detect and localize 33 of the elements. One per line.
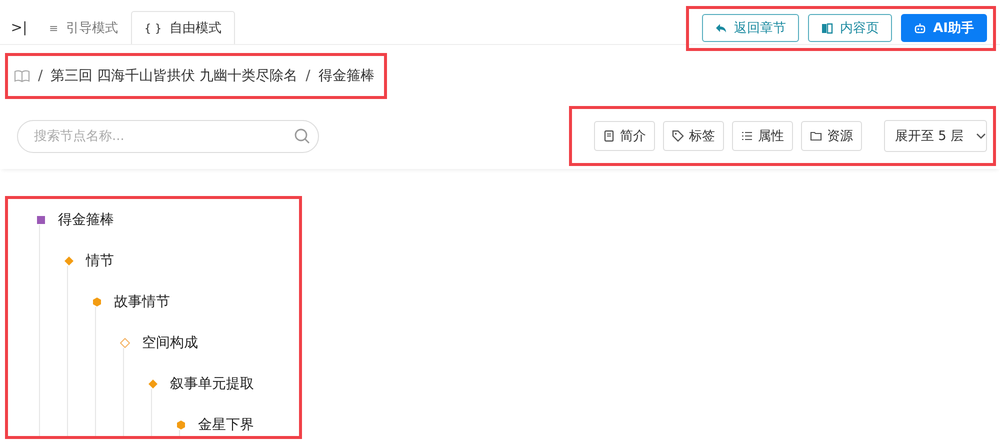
document-icon — [603, 130, 615, 142]
book-icon — [14, 69, 30, 83]
tag-icon — [672, 130, 684, 142]
header-button[interactable]: 内容页 — [808, 14, 892, 42]
toolbar-button[interactable]: 属性 — [732, 121, 793, 151]
toolbar-button[interactable]: 简介 — [594, 121, 655, 151]
search-icon — [294, 128, 310, 144]
sidebar-toggle[interactable]: >| — [6, 12, 32, 44]
robot-icon — [914, 22, 926, 34]
toolbar-button[interactable]: 资源 — [801, 121, 862, 151]
list-icon — [741, 130, 753, 142]
breadcrumb-separator: / — [38, 68, 43, 84]
tree-node-label[interactable]: 叙事单元提取 — [170, 374, 254, 392]
chevron-down-icon — [976, 133, 986, 139]
tree-node-label[interactable]: 情节 — [86, 252, 114, 270]
tree-node-label[interactable]: 故事情节 — [114, 292, 170, 310]
book-icon — [821, 22, 834, 34]
tree-node-label[interactable]: 得金箍棒 — [58, 210, 114, 228]
tree-node-label[interactable]: 金星下界 — [198, 416, 254, 434]
reply-arrow-icon — [715, 22, 728, 34]
search-field[interactable]: 搜索节点名称... — [17, 120, 319, 152]
tree-node-label[interactable]: 空间构成 — [142, 334, 198, 352]
mode-tab[interactable]: ≡ 引导模式 — [36, 11, 132, 44]
mode-tab[interactable]: { } 自由模式 — [131, 11, 235, 44]
breadcrumb-separator: / — [306, 68, 310, 84]
breadcrumb-item[interactable]: 第三回 四海千山皆拱伏 九幽十类尽除名 — [50, 67, 298, 85]
header-button[interactable]: AI助手 — [901, 14, 987, 42]
toolbar-button[interactable]: 标签 — [663, 121, 724, 151]
folder-icon — [810, 130, 822, 142]
search-input[interactable]: 搜索节点名称... — [32, 128, 294, 144]
breadcrumb-item: 得金箍棒 — [318, 67, 374, 85]
header-button[interactable]: 返回章节 — [702, 14, 800, 42]
depth-select[interactable]: 展开至 5 层 — [884, 120, 987, 152]
